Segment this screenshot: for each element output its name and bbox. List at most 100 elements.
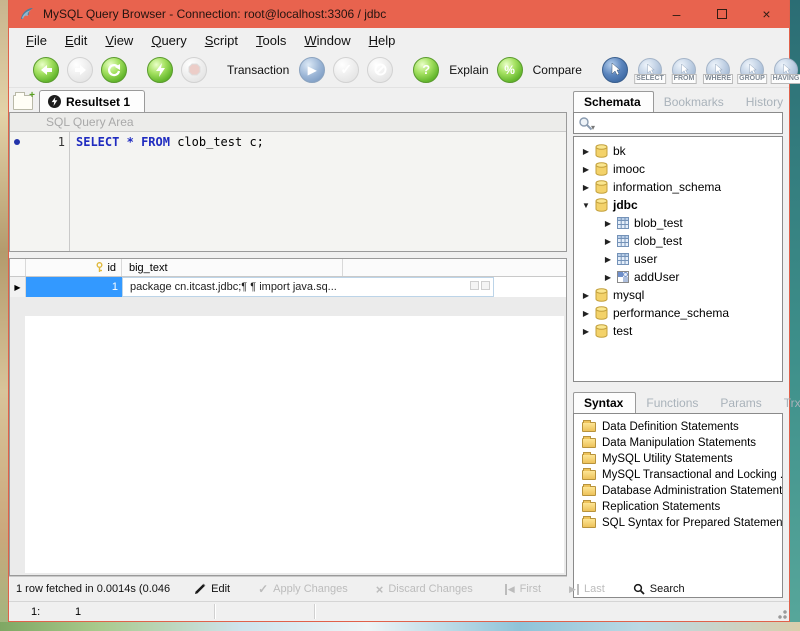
- menu-script[interactable]: Script: [196, 30, 247, 51]
- menu-help[interactable]: Help: [360, 30, 405, 51]
- commit-check-icon: ✓: [340, 61, 353, 77]
- compare-label[interactable]: Compare: [533, 63, 582, 77]
- cursor-col-indicator: 1: [75, 606, 82, 618]
- select-tool-label: SELECT: [634, 73, 666, 84]
- maximize-button[interactable]: [699, 0, 744, 28]
- group-tool-button[interactable]: GROUP: [737, 57, 767, 84]
- select-tool-button[interactable]: SELECT: [634, 57, 666, 84]
- close-button[interactable]: ×: [744, 0, 789, 28]
- last-button-label: Last: [583, 583, 605, 595]
- edit-button[interactable]: Edit: [182, 577, 242, 601]
- expand-arrow-icon[interactable]: ▶: [604, 219, 612, 228]
- mysql-dolphin-icon: [21, 8, 33, 19]
- tab-trx[interactable]: Trx: [774, 393, 800, 413]
- titlebar[interactable]: MySQL Query Browser - Connection: root@l…: [9, 0, 789, 28]
- syntax-item-replication[interactable]: Replication Statements: [574, 499, 782, 515]
- collapse-arrow-icon[interactable]: ▼: [582, 201, 590, 210]
- grid-append-row[interactable]: [10, 297, 566, 312]
- expand-arrow-icon[interactable]: ▶: [582, 309, 590, 318]
- expand-arrow-icon[interactable]: ▶: [582, 183, 590, 192]
- tab-syntax[interactable]: Syntax: [573, 392, 637, 413]
- first-row-button[interactable]: ◀ First: [493, 577, 553, 601]
- minimize-button[interactable]: –: [654, 0, 699, 28]
- column-header-big-text-label: big_text: [129, 261, 168, 274]
- cursor-tool-button[interactable]: [601, 56, 628, 83]
- expand-arrow-icon[interactable]: ▶: [604, 273, 612, 282]
- cell-big-text-value[interactable]: package cn.itcast.jdbc;¶ ¶ import java.s…: [122, 277, 494, 297]
- expand-arrow-icon[interactable]: ▶: [604, 237, 612, 246]
- syntax-item-dml[interactable]: Data Manipulation Statements: [574, 435, 782, 451]
- new-tab-plus-icon: +: [29, 90, 35, 101]
- column-header-big-text[interactable]: big_text: [122, 259, 343, 276]
- menu-view[interactable]: View: [96, 30, 142, 51]
- column-header-id[interactable]: id: [26, 259, 122, 276]
- tree-item-clob-test[interactable]: ▶ clob_test: [574, 232, 782, 250]
- tree-item-mysql[interactable]: ▶ mysql: [574, 286, 782, 304]
- search-button[interactable]: Search: [621, 577, 697, 601]
- last-row-button[interactable]: ▶ Last: [557, 577, 617, 601]
- tree-item-blob-test[interactable]: ▶ blob_test: [574, 214, 782, 232]
- tree-item-performance-schema[interactable]: ▶ performance_schema: [574, 304, 782, 322]
- tree-item-label: information_schema: [613, 180, 722, 194]
- blob-save-icon[interactable]: [481, 281, 490, 290]
- resize-grip[interactable]: [775, 607, 787, 619]
- menu-edit[interactable]: Edit: [56, 30, 96, 51]
- tree-item-user[interactable]: ▶ user: [574, 250, 782, 268]
- syntax-item-transactional[interactable]: MySQL Transactional and Locking ...: [574, 467, 782, 483]
- from-tool-button[interactable]: FROM: [671, 57, 697, 84]
- explain-button[interactable]: ?: [413, 56, 440, 83]
- where-tool-button[interactable]: WHERE: [702, 57, 733, 84]
- start-transaction-button[interactable]: ▶: [299, 56, 326, 83]
- expand-arrow-icon[interactable]: ▶: [582, 327, 590, 336]
- expand-arrow-icon[interactable]: ▶: [582, 147, 590, 156]
- expand-arrow-icon[interactable]: ▶: [582, 291, 590, 300]
- refresh-button[interactable]: [101, 56, 127, 83]
- tab-bookmarks[interactable]: Bookmarks: [654, 92, 736, 112]
- tab-params[interactable]: Params: [710, 393, 773, 413]
- menu-file[interactable]: File: [17, 30, 56, 51]
- having-tool-button[interactable]: HAVING: [770, 57, 800, 84]
- tree-item-test[interactable]: ▶ test: [574, 322, 782, 340]
- grid-data-row-1[interactable]: ▶ 1 package cn.itcast.jdbc;¶ ¶ import ja…: [10, 277, 566, 297]
- expand-arrow-icon[interactable]: ▶: [582, 165, 590, 174]
- tab-history[interactable]: History: [736, 92, 795, 112]
- execute-query-button[interactable]: [147, 56, 173, 83]
- blob-view-icon[interactable]: [470, 281, 479, 290]
- tree-item-imooc[interactable]: ▶ imooc: [574, 160, 782, 178]
- go-back-button[interactable]: [33, 56, 59, 83]
- stop-button[interactable]: [181, 56, 207, 83]
- rollback-transaction-button[interactable]: [367, 56, 394, 83]
- compare-button[interactable]: %: [496, 56, 523, 83]
- menu-tools[interactable]: Tools: [247, 30, 295, 51]
- syntax-item-utility[interactable]: MySQL Utility Statements: [574, 451, 782, 467]
- breakpoint-dot-icon[interactable]: [14, 139, 20, 145]
- discard-changes-button[interactable]: × Discard Changes: [364, 577, 485, 601]
- tab-resultset-1[interactable]: Resultset 1: [39, 90, 146, 112]
- tree-item-adduser[interactable]: ▶ addUser: [574, 268, 782, 286]
- explain-label[interactable]: Explain: [449, 63, 488, 77]
- tree-item-jdbc[interactable]: ▼ jdbc: [574, 196, 782, 214]
- schema-search-input[interactable]: ▾: [573, 112, 783, 134]
- apply-changes-button[interactable]: ✓ Apply Changes: [246, 577, 360, 601]
- compare-percent-icon: %: [504, 62, 515, 77]
- tree-item-label: bk: [613, 144, 626, 158]
- menu-query[interactable]: Query: [142, 30, 195, 51]
- menu-window[interactable]: Window: [295, 30, 359, 51]
- tree-item-bk[interactable]: ▶ bk: [574, 142, 782, 160]
- go-next-button[interactable]: [67, 56, 93, 83]
- syntax-item-ddl[interactable]: Data Definition Statements: [574, 419, 782, 435]
- tab-functions[interactable]: Functions: [636, 393, 710, 413]
- search-options-caret-icon[interactable]: ▾: [591, 123, 595, 132]
- tab-schemata[interactable]: Schemata: [573, 91, 654, 112]
- grid-empty-surface: [25, 316, 564, 573]
- expand-arrow-icon[interactable]: ▶: [604, 255, 612, 264]
- sql-editor[interactable]: 1 SELECT * FROM clob_test c;: [10, 132, 566, 251]
- commit-transaction-button[interactable]: ✓: [333, 56, 360, 83]
- syntax-item-prepared[interactable]: SQL Syntax for Prepared Statements: [574, 515, 782, 531]
- new-tab-button[interactable]: +: [13, 90, 35, 110]
- sql-statement[interactable]: SELECT * FROM clob_test c;: [70, 132, 264, 251]
- cell-id-value[interactable]: 1: [26, 277, 122, 297]
- tree-item-information-schema[interactable]: ▶ information_schema: [574, 178, 782, 196]
- apply-changes-label: Apply Changes: [273, 583, 348, 595]
- syntax-item-admin[interactable]: Database Administration Statements: [574, 483, 782, 499]
